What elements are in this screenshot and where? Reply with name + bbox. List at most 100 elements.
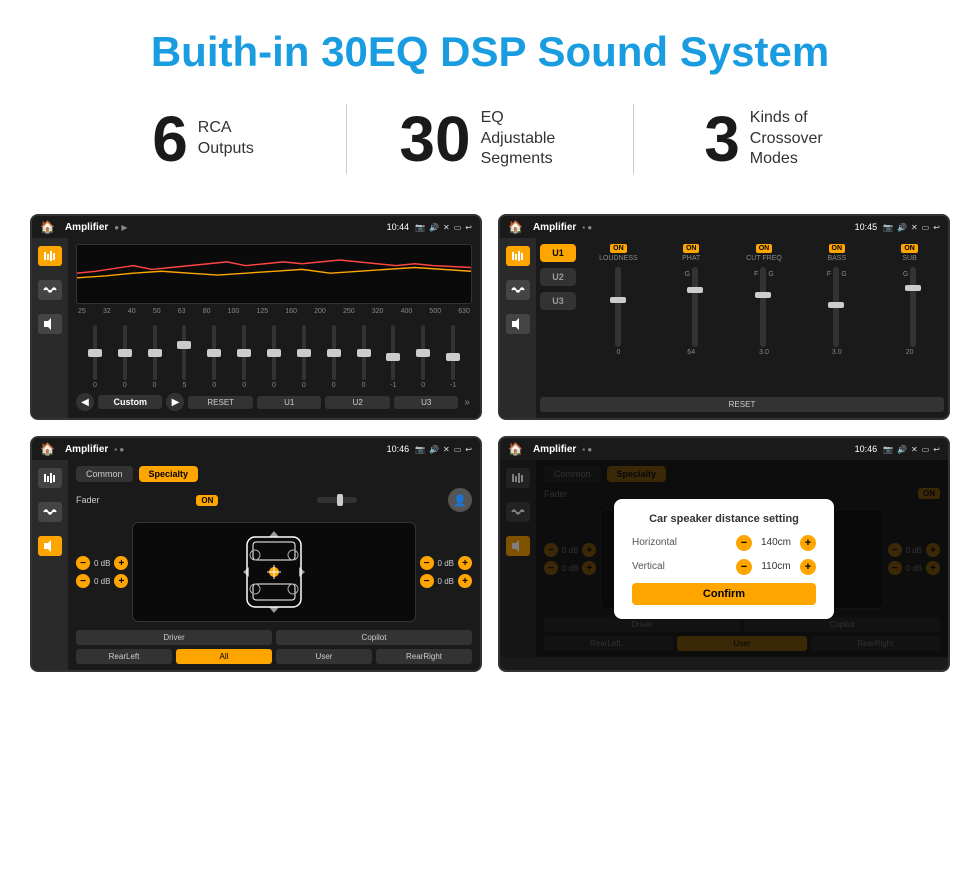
- stat-crossover: 3 Kinds of Crossover Modes: [634, 107, 920, 171]
- car-diagram: [132, 522, 415, 622]
- sidebar-wave-icon-2[interactable]: [506, 280, 530, 300]
- eq-u3-button[interactable]: U3: [394, 396, 458, 409]
- horizontal-control: − 140cm +: [736, 535, 816, 551]
- rearright-button[interactable]: RearRight: [376, 649, 472, 664]
- vol-right-bot-minus[interactable]: −: [420, 574, 434, 588]
- vertical-control: − 110cm +: [736, 559, 816, 575]
- dsp-phat-channel: ON PHAT G 64: [657, 244, 726, 356]
- vol-right-top-plus[interactable]: +: [458, 556, 472, 570]
- vol-left-top-value: 0 dB: [94, 559, 110, 568]
- dsp-u3-button[interactable]: U3: [540, 292, 576, 310]
- bass-slider[interactable]: [833, 267, 839, 347]
- vertical-value: 110cm: [756, 561, 796, 572]
- vol-left-bot: − 0 dB +: [76, 574, 128, 588]
- fader-panel: Common Specialty Fader ON 👤 −: [68, 460, 480, 670]
- eq-u1-button[interactable]: U1: [257, 396, 321, 409]
- eq-slider-4: 0: [199, 325, 229, 389]
- sidebar-eq-icon[interactable]: [38, 246, 62, 266]
- vol-left-top-plus[interactable]: +: [114, 556, 128, 570]
- app-name-4: Amplifier: [533, 444, 576, 455]
- stats-row: 6 RCA Outputs 30 EQ Adjustable Segments …: [0, 94, 980, 204]
- confirm-button[interactable]: Confirm: [632, 583, 816, 605]
- sidebar-wave-icon[interactable]: [38, 280, 62, 300]
- phat-slider-g[interactable]: [692, 267, 698, 347]
- screen-eq: 🏠 Amplifier ● ▶ 10:44 📷 🔊 ✕ ▭ ↩: [30, 214, 482, 420]
- eq-prev-button[interactable]: ◀: [76, 393, 94, 411]
- eq-slider-8: 0: [319, 325, 349, 389]
- fader-slider[interactable]: [317, 497, 357, 503]
- eq-u2-button[interactable]: U2: [325, 396, 389, 409]
- horizontal-minus-button[interactable]: −: [736, 535, 752, 551]
- sidebar-speaker-icon[interactable]: [38, 314, 62, 334]
- eq-expand-icon: »: [462, 395, 472, 410]
- dialog-horizontal-row: Horizontal − 140cm +: [632, 535, 816, 551]
- vol-right-bot-value: 0 dB: [438, 577, 454, 586]
- time-2: 10:45: [855, 222, 878, 232]
- stat-eq: 30 EQ Adjustable Segments: [347, 107, 633, 171]
- sidebar-eq-icon-2[interactable]: [506, 246, 530, 266]
- vol-right-bot-plus[interactable]: +: [458, 574, 472, 588]
- vol-left-top: − 0 dB +: [76, 556, 128, 570]
- cutfreq-slider[interactable]: [760, 267, 766, 347]
- app-name-3: Amplifier: [65, 444, 108, 455]
- eq-slider-7: 0: [289, 325, 319, 389]
- sidebar-wave-icon-3[interactable]: [38, 502, 62, 522]
- rearleft-button[interactable]: RearLeft: [76, 649, 172, 664]
- sub-slider[interactable]: [910, 267, 916, 347]
- vertical-plus-button[interactable]: +: [800, 559, 816, 575]
- dsp-u1-button[interactable]: U1: [540, 244, 576, 262]
- sub-on-badge: ON: [901, 244, 918, 253]
- fader-common-tab[interactable]: Common: [76, 466, 133, 482]
- phat-value: 64: [687, 349, 695, 356]
- app-name-2: Amplifier: [533, 222, 576, 233]
- eq-reset-button[interactable]: RESET: [188, 396, 252, 409]
- loudness-slider[interactable]: [615, 267, 621, 347]
- stat-crossover-label2: Crossover Modes: [750, 129, 850, 171]
- sidebar-1: [32, 238, 68, 418]
- eq-panel: 253240506380100125160200250320400500630 …: [68, 238, 480, 418]
- statusbar-2: 🏠 Amplifier ▪ ● 10:45 📷 🔊 ✕ ▭ ↩: [500, 216, 948, 238]
- stat-rca: 6 RCA Outputs: [60, 107, 346, 171]
- user-button[interactable]: User: [276, 649, 372, 664]
- dsp-reset-button[interactable]: RESET: [540, 397, 944, 412]
- vol-left-bot-plus[interactable]: +: [114, 574, 128, 588]
- dsp-top-row: U1 U2 U3 ON LOUDNESS: [540, 244, 944, 393]
- vertical-minus-button[interactable]: −: [736, 559, 752, 575]
- sidebar-speaker-icon-3[interactable]: [38, 536, 62, 556]
- bass-value: 3.0: [832, 349, 842, 356]
- stat-crossover-number: 3: [704, 107, 740, 171]
- stat-eq-label2: Segments: [481, 149, 581, 170]
- dsp-u2-button[interactable]: U2: [540, 268, 576, 286]
- screenshots-grid: 🏠 Amplifier ● ▶ 10:44 📷 🔊 ✕ ▭ ↩: [0, 204, 980, 702]
- distance-dialog: Car speaker distance setting Horizontal …: [614, 499, 834, 619]
- bass-on-badge: ON: [829, 244, 846, 253]
- eq-next-button[interactable]: ▶: [166, 393, 184, 411]
- eq-slider-1: 0: [110, 325, 140, 389]
- bass-label: BASS: [827, 255, 846, 263]
- status-icons-1: 📷 🔊 ✕ ▭ ↩: [415, 223, 472, 232]
- dsp-channels: ON LOUDNESS 0 ON PHAT: [584, 244, 944, 356]
- vol-left-bot-value: 0 dB: [94, 577, 110, 586]
- eq-slider-12: -1: [438, 325, 468, 389]
- driver-button[interactable]: Driver: [76, 630, 272, 645]
- sidebar-eq-icon-3[interactable]: [38, 468, 62, 488]
- vol-left-bot-minus[interactable]: −: [76, 574, 90, 588]
- sidebar-2: [500, 238, 536, 418]
- sidebar-3: [32, 460, 68, 670]
- screen-content-4: Common Specialty Fader ON − 0 dB +: [500, 460, 948, 657]
- sidebar-speaker-icon-2[interactable]: [506, 314, 530, 334]
- vol-left-top-minus[interactable]: −: [76, 556, 90, 570]
- all-button[interactable]: All: [176, 649, 272, 664]
- cutfreq-on-badge: ON: [756, 244, 773, 253]
- fader-label: Fader: [76, 495, 100, 505]
- status-icons-3: 📷 🔊 ✕ ▭ ↩: [415, 445, 472, 454]
- horizontal-plus-button[interactable]: +: [800, 535, 816, 551]
- copilot-button[interactable]: Copilot: [276, 630, 472, 645]
- fader-specialty-tab[interactable]: Specialty: [139, 466, 199, 482]
- screen-dsp: 🏠 Amplifier ▪ ● 10:45 📷 🔊 ✕ ▭ ↩: [498, 214, 950, 420]
- vol-right-top-minus[interactable]: −: [420, 556, 434, 570]
- eq-slider-5: 0: [229, 325, 259, 389]
- screen-fader: 🏠 Amplifier ▪ ● 10:46 📷 🔊 ✕ ▭ ↩: [30, 436, 482, 672]
- fader-bottom: Driver Copilot: [76, 630, 472, 645]
- stat-rca-label1: RCA: [198, 118, 254, 139]
